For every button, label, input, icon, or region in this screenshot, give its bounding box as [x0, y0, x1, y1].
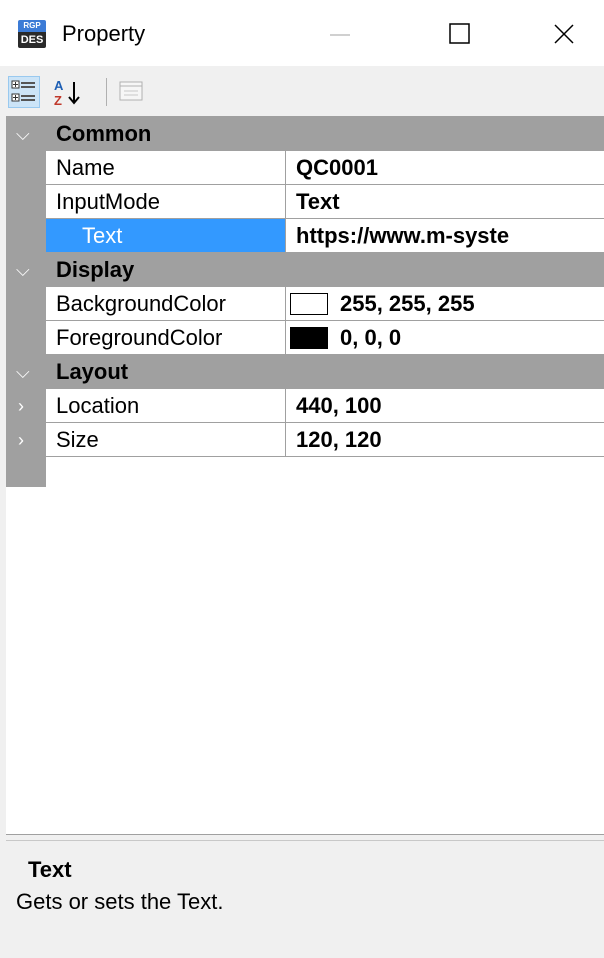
property-grid: ⌵ Common Name QC0001 InputMode Text Text… — [6, 116, 604, 834]
chevron-down-icon[interactable]: ⌵ — [16, 124, 30, 144]
property-value: 120, 120 — [296, 427, 382, 452]
category-layout[interactable]: ⌵ Layout — [6, 355, 604, 389]
alphabetical-button[interactable]: A Z — [52, 76, 84, 108]
close-button[interactable] — [524, 0, 604, 66]
maximize-icon — [449, 23, 470, 44]
title-bar: RGP DES Property — [0, 0, 604, 66]
color-swatch — [290, 327, 328, 349]
property-name: BackgroundColor — [56, 291, 226, 316]
maximize-button[interactable] — [420, 0, 500, 66]
chevron-right-icon[interactable]: › — [18, 395, 24, 417]
property-value-cell[interactable]: 0, 0, 0 — [286, 321, 604, 355]
property-name: Name — [56, 155, 115, 180]
property-row-backgroundcolor[interactable]: BackgroundColor 255, 255, 255 — [6, 287, 604, 321]
property-value-cell[interactable]: 120, 120 — [286, 423, 604, 457]
property-row-foregroundcolor[interactable]: ForegroundColor 0, 0, 0 — [6, 321, 604, 355]
app-icon-top-text: RGP — [18, 20, 46, 32]
category-label: Common — [56, 121, 152, 146]
property-row-location[interactable]: › Location 440, 100 — [6, 389, 604, 423]
categorized-button[interactable] — [8, 76, 40, 108]
window-title: Property — [62, 21, 146, 46]
chevron-down-icon[interactable]: ⌵ — [16, 260, 30, 280]
property-value: Text — [296, 189, 340, 214]
chevron-down-icon[interactable]: ⌵ — [16, 362, 30, 382]
categorized-icon — [11, 80, 35, 102]
property-row-inputmode[interactable]: InputMode Text — [6, 185, 604, 219]
property-name-cell[interactable]: Location — [46, 389, 286, 423]
toolbar-separator — [106, 78, 107, 106]
property-name-cell[interactable]: BackgroundColor — [46, 287, 286, 321]
property-value-cell[interactable]: QC0001 — [286, 151, 604, 185]
property-pages-button[interactable] — [116, 76, 148, 108]
property-name: ForegroundColor — [56, 325, 223, 350]
property-value-cell[interactable]: https://www.m-syste — [286, 219, 604, 253]
property-name-cell[interactable]: Size — [46, 423, 286, 457]
description-pane: Text Gets or sets the Text. — [6, 840, 604, 958]
property-name: InputMode — [56, 189, 160, 214]
category-label: Layout — [56, 359, 129, 384]
property-value-cell[interactable]: 255, 255, 255 — [286, 287, 604, 321]
property-row-name[interactable]: Name QC0001 — [6, 151, 604, 185]
property-row-size[interactable]: › Size 120, 120 — [6, 423, 604, 457]
property-row-text[interactable]: Text https://www.m-syste — [6, 219, 604, 253]
description-title: Text — [28, 857, 72, 882]
property-name-cell-selected[interactable]: Text — [46, 219, 286, 253]
description-text: Gets or sets the Text. — [16, 889, 224, 914]
property-pages-icon — [119, 81, 143, 101]
property-value-cell[interactable]: Text — [286, 185, 604, 219]
svg-text:A: A — [54, 78, 64, 93]
property-name-cell[interactable]: ForegroundColor — [46, 321, 286, 355]
property-name-cell[interactable]: Name — [46, 151, 286, 185]
property-name: Text — [82, 223, 123, 248]
close-icon — [554, 24, 574, 44]
toolbar: A Z — [0, 66, 604, 116]
color-swatch — [290, 293, 328, 315]
property-name: Location — [56, 393, 140, 418]
property-value: QC0001 — [296, 155, 378, 180]
category-label: Display — [56, 257, 135, 282]
property-value: 440, 100 — [296, 393, 382, 418]
sort-az-icon: A Z — [54, 78, 80, 108]
property-value: 255, 255, 255 — [340, 291, 475, 316]
minimize-icon — [330, 34, 350, 36]
chevron-right-icon[interactable]: › — [18, 429, 24, 451]
property-value-cell[interactable]: 440, 100 — [286, 389, 604, 423]
category-display[interactable]: ⌵ Display — [6, 253, 604, 287]
category-common[interactable]: ⌵ Common — [6, 117, 604, 151]
app-icon-bottom-text: DES — [18, 32, 46, 48]
property-value: https://www.m-syste — [296, 223, 510, 248]
property-value: 0, 0, 0 — [340, 325, 402, 350]
svg-text:Z: Z — [54, 93, 62, 108]
property-name-cell[interactable]: InputMode — [46, 185, 286, 219]
minimize-button[interactable] — [300, 0, 380, 66]
app-icon: RGP DES — [18, 20, 46, 48]
property-name: Size — [56, 427, 99, 452]
